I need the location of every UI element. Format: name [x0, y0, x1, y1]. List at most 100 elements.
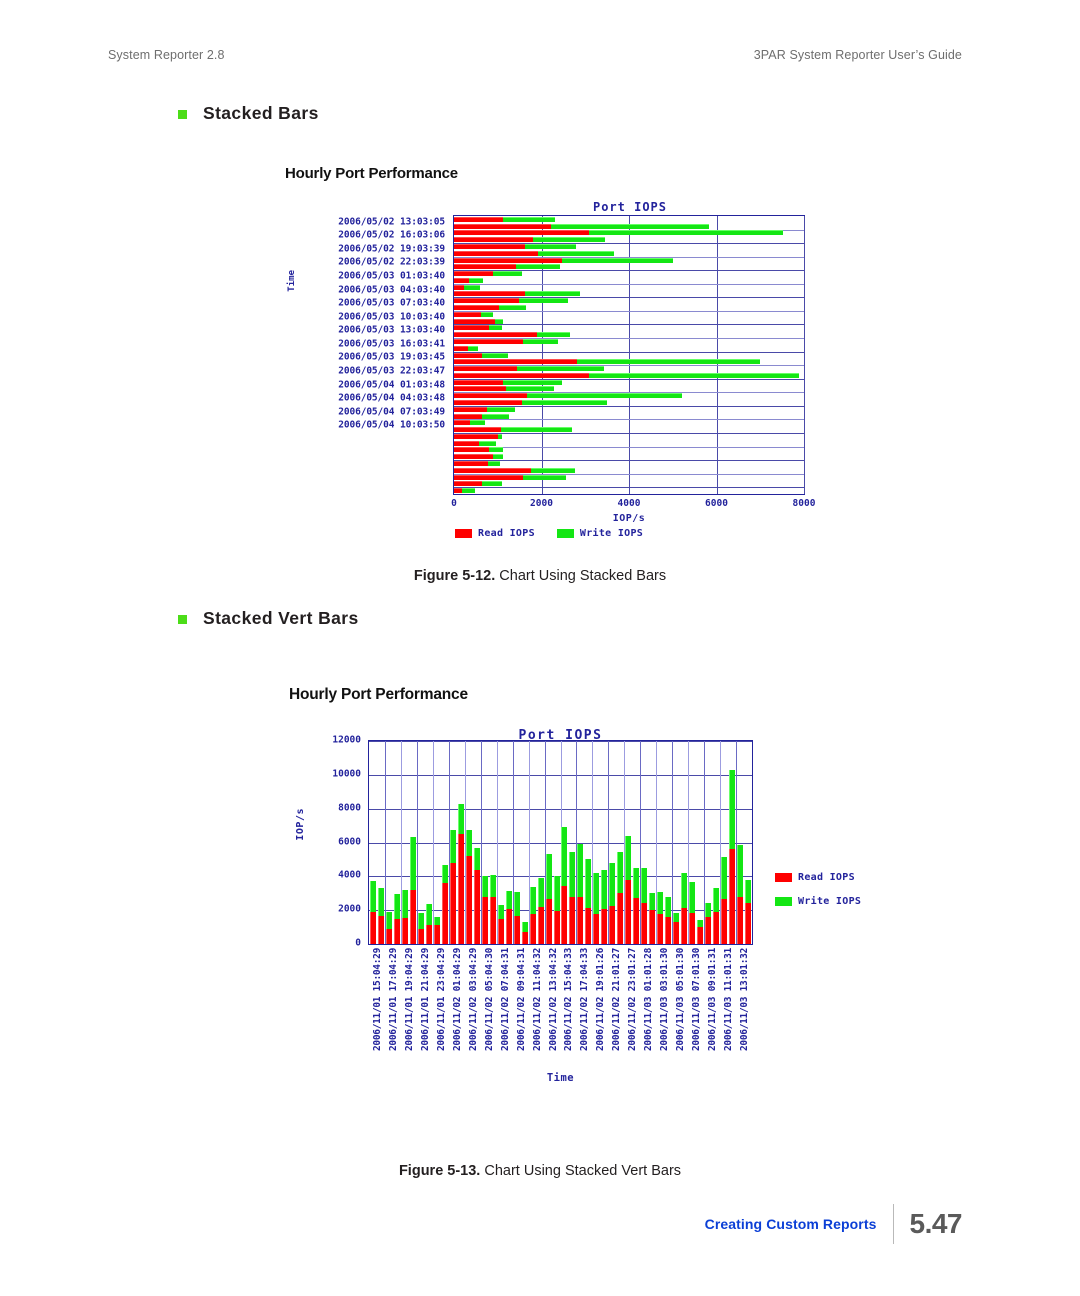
chart1-stacked-bar — [454, 481, 804, 487]
legend-swatch-read-icon — [455, 529, 472, 538]
chart1-write-segment — [561, 257, 674, 263]
chart1-write-segment — [492, 271, 523, 277]
chart1-read-segment — [454, 325, 489, 331]
chart2-write-segment — [649, 893, 656, 911]
chart1-stacked-bar — [454, 379, 804, 385]
chart2-stacked-bar — [545, 741, 552, 944]
chart2-report-title: Hourly Port Performance — [289, 686, 468, 703]
chart2-read-segment — [689, 912, 696, 944]
chart1-x-axis-label: IOP/s — [612, 513, 646, 524]
chart2-stacked-bar — [529, 741, 536, 944]
chart1-read-segment — [454, 298, 519, 304]
chart2-read-segment — [705, 916, 712, 944]
chart2-y-axis-label: IOP/s — [295, 808, 306, 841]
chart2-y-tick-label: 6000 — [338, 836, 361, 847]
chart2-read-segment — [601, 909, 608, 944]
chart2-read-segment — [561, 886, 568, 944]
chart2-write-segment — [377, 888, 384, 917]
chart2-write-segment — [473, 847, 480, 870]
chart2-stacked-bar — [449, 741, 456, 944]
chart2-read-segment — [393, 919, 400, 944]
chart2-y-tick-label: 8000 — [338, 802, 361, 814]
chart2-write-segment — [545, 853, 552, 900]
chart1-write-segment — [576, 359, 761, 365]
figure-number: Figure 5-12. — [413, 568, 496, 584]
legend-item-read: Read IOPS — [775, 872, 861, 883]
chart1-stacked-bar — [454, 427, 804, 433]
chart1-write-segment — [588, 230, 784, 236]
chart2-stacked-bar — [489, 741, 496, 944]
chart2-write-segment — [697, 920, 704, 928]
chart2-write-segment — [569, 851, 576, 897]
chart1-read-segment — [454, 386, 506, 392]
chart1-stacked-bar — [454, 440, 804, 446]
chart1-read-segment — [454, 332, 537, 338]
chart1-stacked-bar — [454, 311, 804, 317]
chart1-write-segment — [489, 447, 504, 453]
chart1-read-segment — [454, 250, 538, 256]
chart1-write-segment — [482, 413, 510, 419]
chart1-stacked-bar — [454, 447, 804, 453]
chart2-stacked-bar — [737, 741, 744, 944]
chart2-write-segment — [497, 905, 504, 919]
chart1-y-tick-label: 2006/05/03 16:03:41 — [338, 338, 445, 350]
legend-item-read: Read IOPS — [455, 528, 535, 539]
chart2-read-segment — [425, 925, 432, 944]
chart1-stacked-bar — [454, 318, 804, 324]
chart1-stacked-bar — [454, 399, 804, 405]
chart2-stacked-bar — [609, 741, 616, 944]
chart1-read-segment — [454, 447, 489, 453]
section-heading-stacked-vert-bars: Stacked Vert Bars — [178, 608, 359, 629]
chart2-x-tick-label: 2006/11/02 13:04:32 — [547, 948, 559, 1051]
chart1-read-segment — [454, 237, 533, 243]
chart1-read-segment — [454, 406, 488, 412]
footer-divider — [892, 1204, 894, 1244]
chart1-read-segment — [454, 264, 516, 270]
chart2-write-segment — [601, 869, 608, 910]
chart2-write-segment — [577, 844, 584, 897]
chart2-write-segment — [729, 769, 736, 850]
chart2-read-segment — [641, 903, 648, 944]
chart1-write-segment — [481, 311, 493, 317]
chart1-write-segment — [551, 223, 709, 229]
chart1-y-tick-label: 2006/05/02 19:03:39 — [338, 243, 445, 255]
chart1-stacked-bar — [454, 284, 804, 290]
chart1-write-segment — [470, 420, 485, 426]
chart2-read-segment — [737, 896, 744, 944]
chart1-read-segment — [454, 271, 493, 277]
chart1-read-segment — [454, 277, 469, 283]
chart2-stacked-bar — [681, 741, 688, 944]
chart1-stacked-bar — [454, 460, 804, 466]
chart2-write-segment — [369, 881, 376, 912]
chart1-stacked-bar — [454, 467, 804, 473]
chart1-stacked-bar — [454, 230, 804, 236]
chart2-write-segment — [673, 912, 680, 923]
chart1-read-segment — [454, 467, 532, 473]
chart1-y-tick-label: 2006/05/02 13:03:05 — [338, 216, 445, 228]
chart1-write-segment — [489, 325, 503, 331]
chart1-plot-title: Port IOPS — [592, 200, 668, 214]
green-square-bullet-icon — [178, 615, 187, 624]
chart2-write-segment — [393, 894, 400, 920]
chart2-y-tick-label: 4000 — [338, 869, 361, 881]
section-title: Stacked Bars — [203, 103, 319, 123]
chart2-stacked-bar — [473, 741, 480, 944]
chart2-x-tick-label: 2006/11/03 07:01:30 — [691, 948, 703, 1051]
chart2-read-segment — [729, 849, 736, 944]
chart1-write-segment — [515, 264, 561, 270]
chart2-stacked-bar — [513, 741, 520, 944]
chart1-read-segment — [454, 230, 589, 236]
chart1-write-segment — [521, 399, 607, 405]
chart2-stacked-bar — [457, 741, 464, 944]
chart2-stacked-bar — [537, 741, 544, 944]
chart2-read-segment — [569, 896, 576, 944]
chart1-stacked-bar — [454, 250, 804, 256]
chart1-write-segment — [518, 298, 568, 304]
chart2-stacked-bar — [425, 741, 432, 944]
chart2-stacked-bar — [665, 741, 672, 944]
chart2-stacked-bar — [377, 741, 384, 944]
chart2-write-segment — [537, 878, 544, 908]
chart2-read-segment — [449, 862, 456, 944]
chart1-write-segment — [493, 454, 504, 460]
chart2-read-segment — [545, 899, 552, 944]
